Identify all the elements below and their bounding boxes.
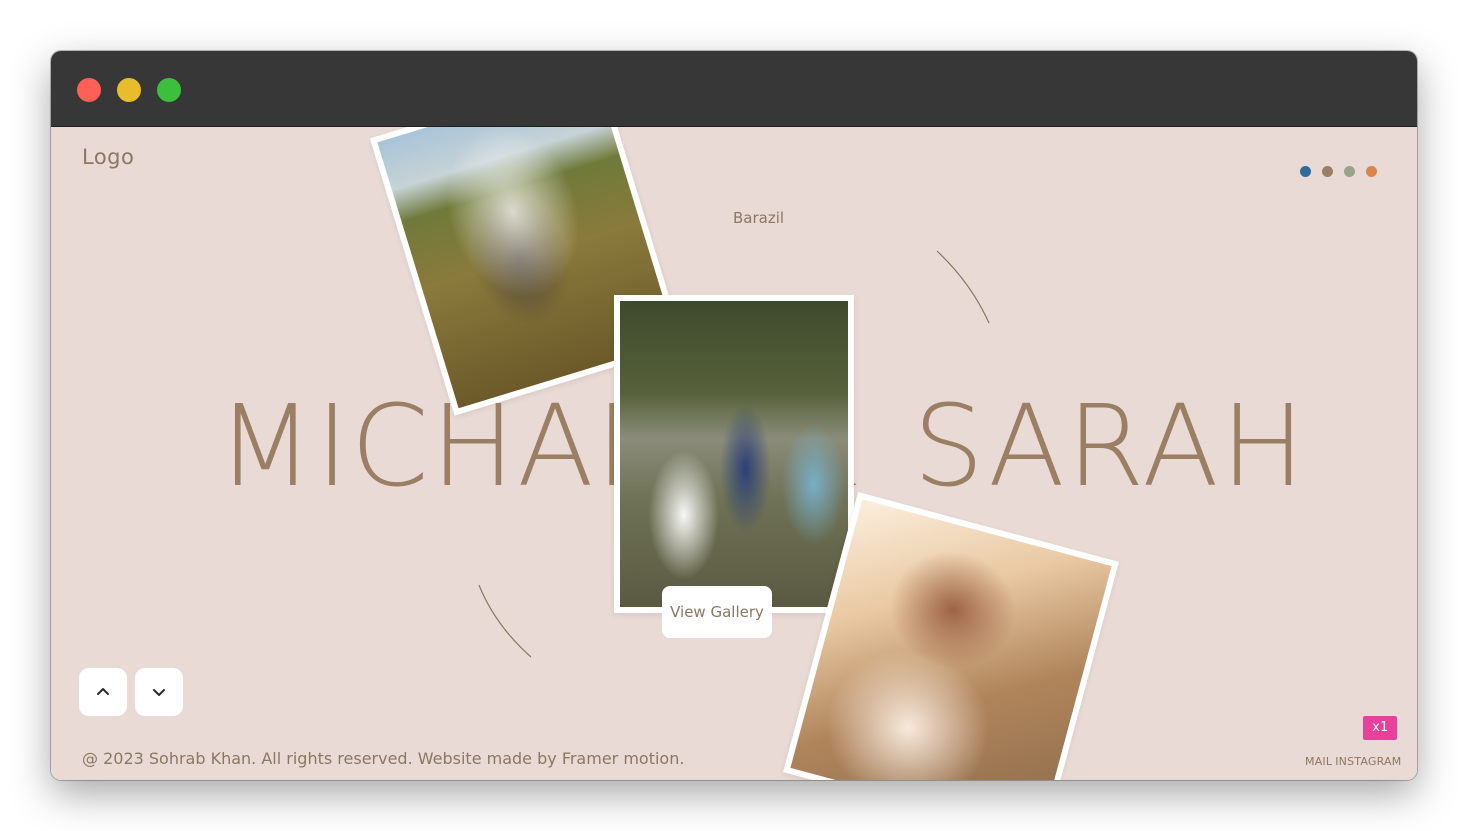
window-titlebar xyxy=(51,51,1417,127)
bride-name: SARAH xyxy=(913,382,1307,512)
view-gallery-button[interactable]: View Gallery xyxy=(662,586,772,638)
swatch-blue[interactable] xyxy=(1300,166,1311,177)
mail-link[interactable]: MAIL xyxy=(1305,755,1332,768)
footer-copyright: @ 2023 Sohrab Khan. All rights reserved.… xyxy=(82,749,685,768)
chevron-down-icon xyxy=(153,689,165,696)
social-links: MAIL INSTAGRAM xyxy=(1305,755,1404,768)
location-label: Barazil xyxy=(733,209,785,227)
decorative-arc-top xyxy=(936,250,990,324)
wedding-kiss-bridesmaids-photo[interactable] xyxy=(614,295,854,613)
swatch-brown[interactable] xyxy=(1322,166,1333,177)
close-window-button[interactable] xyxy=(77,78,101,102)
browser-window: Logo Barazil MICHAEL & SARAH View xyxy=(51,51,1417,780)
swatch-green[interactable] xyxy=(1344,166,1355,177)
scroll-down-button[interactable] xyxy=(135,668,183,716)
minimize-window-button[interactable] xyxy=(117,78,141,102)
landing-page: Logo Barazil MICHAEL & SARAH View xyxy=(51,127,1417,780)
instagram-link[interactable]: INSTAGRAM xyxy=(1335,755,1401,768)
decorative-arc-bottom xyxy=(478,584,532,658)
chevron-up-icon xyxy=(97,688,109,695)
badge-x1[interactable]: x1 xyxy=(1363,716,1397,740)
maximize-window-button[interactable] xyxy=(157,78,181,102)
swatch-orange[interactable] xyxy=(1366,166,1377,177)
scroll-up-button[interactable] xyxy=(79,668,127,716)
site-logo[interactable]: Logo xyxy=(82,145,134,169)
